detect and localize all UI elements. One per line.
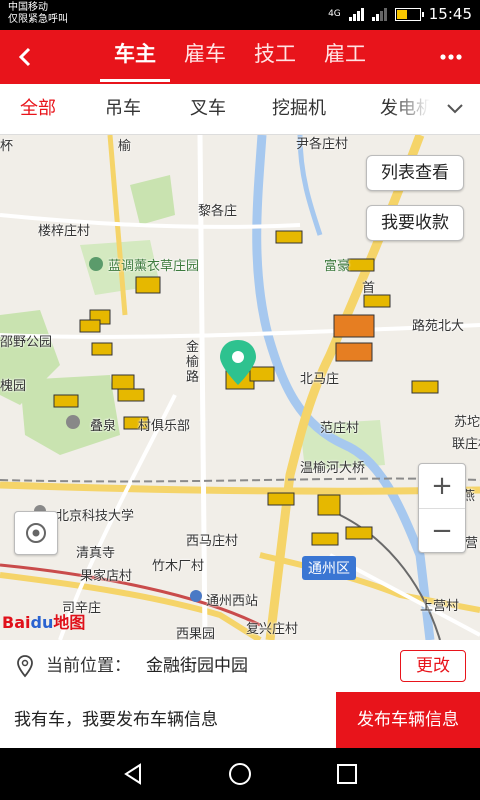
tab-owner[interactable]: 车主 <box>100 30 170 84</box>
map-label: 村俱乐部 <box>138 419 191 434</box>
logo-du: du <box>30 613 54 632</box>
recents-nav-icon[interactable] <box>334 761 360 787</box>
logo-suffix: 地图 <box>53 613 86 632</box>
map-label: 富豪 <box>324 259 351 274</box>
publish-vehicle-button[interactable]: 发布车辆信息 <box>336 692 480 748</box>
category-all[interactable]: 全部 <box>20 84 56 134</box>
map-label: 苏坨 <box>454 415 480 430</box>
map-label: 复兴庄村 <box>246 622 299 637</box>
publish-prompt: 我有车，我要发布车辆信息 <box>14 710 218 730</box>
map-label: 北马庄 <box>300 372 340 387</box>
map-label: 尹各庄村 <box>296 137 349 152</box>
status-bar: 中国移动 仅限紧急呼叫 4G 15:45 <box>0 0 480 30</box>
map-label: 槐园 <box>0 379 27 394</box>
location-pin-icon <box>17 655 33 678</box>
map-label: 北京科技大学 <box>56 509 135 524</box>
district-badge: 通州区 <box>302 556 356 580</box>
change-location-button[interactable]: 更改 <box>400 650 466 682</box>
map-label: 楼梓庄村 <box>38 224 91 239</box>
list-view-button[interactable]: 列表查看 <box>366 155 464 191</box>
battery-icon <box>394 7 424 21</box>
category-excavator[interactable]: 挖掘机 <box>272 84 326 134</box>
carrier-name: 中国移动 <box>8 2 48 13</box>
map-label: 路苑北大 <box>412 319 465 334</box>
zoom-in-button[interactable]: + <box>419 464 465 508</box>
map-view[interactable]: 尹各庄村 黎各庄 楼梓庄村 蓝调薰衣草庄园 富豪 路苑北大 邵野公园 北马庄 槐… <box>0 135 480 640</box>
map-label: 邵野公园 <box>0 335 53 350</box>
map-label: 榆 <box>118 139 132 154</box>
collect-payment-button[interactable]: 我要收款 <box>366 205 464 241</box>
network-type: 4G <box>328 9 341 19</box>
baidu-map-logo: Baidu地图 <box>2 609 85 633</box>
map-label: 首 <box>362 281 376 296</box>
category-expand-button[interactable] <box>430 84 480 134</box>
role-tabs: 车主 雇车 技工 雇工 <box>100 30 380 84</box>
signal-icon-2 <box>371 7 387 21</box>
category-fade <box>390 84 430 134</box>
map-label: 竹木厂村 <box>152 559 205 574</box>
category-bar: 全部 吊车 叉车 挖掘机 发电机 <box>0 84 480 135</box>
locate-icon <box>26 523 46 543</box>
system-nav-bar <box>0 748 480 800</box>
zoom-control: + − <box>418 463 466 553</box>
more-dots-icon <box>440 54 462 60</box>
map-label: 金榆路 <box>186 340 200 385</box>
map-label: 西果园 <box>176 627 216 640</box>
current-location-label: 当前位置： <box>46 656 131 676</box>
current-location-bar: 当前位置： 金融街园中园 更改 <box>0 640 480 693</box>
zoom-out-button[interactable]: − <box>419 509 465 553</box>
home-nav-icon[interactable] <box>227 761 253 787</box>
category-forklift[interactable]: 叉车 <box>190 84 226 134</box>
map-label: 西马庄村 <box>186 534 239 549</box>
carrier-info: 中国移动 仅限紧急呼叫 <box>8 2 68 26</box>
map-label: 叠泉 <box>90 419 117 434</box>
map-label: 范庄村 <box>320 421 360 436</box>
signal-icon <box>348 7 364 21</box>
chevron-down-icon <box>447 104 463 114</box>
back-nav-icon[interactable] <box>120 761 146 787</box>
category-crane[interactable]: 吊车 <box>105 84 141 134</box>
current-location-value: 金融街园中园 <box>146 656 248 676</box>
map-label: 温榆河大桥 <box>300 461 366 476</box>
map-label: 通州西站 <box>206 594 259 609</box>
chevron-left-icon <box>18 47 31 67</box>
map-label: 蓝调薰衣草庄园 <box>108 259 200 274</box>
map-label: 联庄村 <box>452 437 480 452</box>
status-time: 15:45 <box>428 5 472 23</box>
tab-hire-vehicle[interactable]: 雇车 <box>170 30 240 84</box>
map-label: 黎各庄 <box>198 204 238 219</box>
map-label: 果家店村 <box>80 569 133 584</box>
map-label: 杯 <box>0 139 14 154</box>
back-button[interactable] <box>10 40 40 74</box>
logo-bai: Bai <box>2 613 31 632</box>
map-label: 上营村 <box>420 599 460 614</box>
more-button[interactable] <box>436 44 466 70</box>
app-header: 车主 雇车 技工 雇工 <box>0 30 480 84</box>
publish-bar: 我有车，我要发布车辆信息 发布车辆信息 <box>0 692 480 748</box>
tab-technician[interactable]: 技工 <box>240 30 310 84</box>
tab-hire-worker[interactable]: 雇工 <box>310 30 380 84</box>
map-label: 清真寺 <box>76 546 116 561</box>
status-right: 4G 15:45 <box>328 5 472 23</box>
emergency-text: 仅限紧急呼叫 <box>8 14 68 25</box>
locate-button[interactable] <box>14 511 58 555</box>
